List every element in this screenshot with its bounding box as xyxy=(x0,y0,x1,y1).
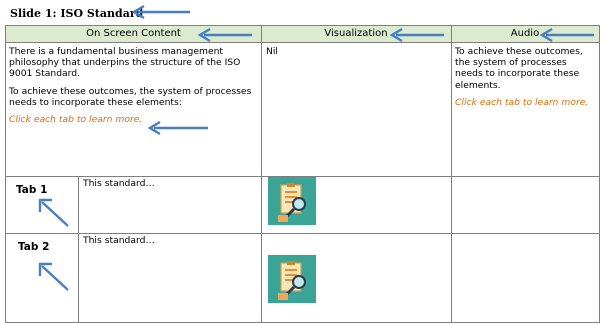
tab-2-label: Tab 2 xyxy=(18,241,50,253)
tab-1-content: This standard… xyxy=(83,178,155,189)
visualization-arrow-icon xyxy=(390,27,444,43)
checklist-magnifier-icon xyxy=(268,177,316,225)
audio-cell: To achieve these outcomes, the system of… xyxy=(455,46,597,108)
audio-cta: Click each tab to learn more. xyxy=(455,96,589,108)
column-divider xyxy=(261,26,262,322)
tab-2-arrow-icon xyxy=(38,262,69,291)
slide-title: Slide 1: ISO Standard xyxy=(10,7,144,20)
audio-paragraph-1: To achieve these outcomes, the system of… xyxy=(455,46,583,91)
on-screen-paragraph-2: To achieve these outcomes, the system of… xyxy=(9,85,252,108)
title-arrow-icon xyxy=(132,4,190,19)
on-screen-arrow-icon xyxy=(198,27,252,43)
tab-2-content: This standard… xyxy=(83,235,155,246)
storyboard-table: On Screen Content Visualization Audio Th… xyxy=(5,25,600,323)
on-screen-cta: Click each tab to learn more. xyxy=(9,114,143,126)
row-divider xyxy=(6,233,599,234)
visualization-cell: Nil xyxy=(266,46,278,57)
tab-column-divider xyxy=(78,176,79,322)
on-screen-paragraph-1: There is a fundamental business manageme… xyxy=(9,46,241,80)
tab-1-label: Tab 1 xyxy=(16,184,48,196)
audio-arrow-icon xyxy=(540,27,594,43)
column-divider xyxy=(451,26,452,322)
checklist-magnifier-icon xyxy=(268,255,316,303)
cta-arrow-icon xyxy=(148,120,208,136)
tab-1-arrow-icon xyxy=(38,198,69,227)
on-screen-content-cell: There is a fundamental business manageme… xyxy=(9,46,259,125)
